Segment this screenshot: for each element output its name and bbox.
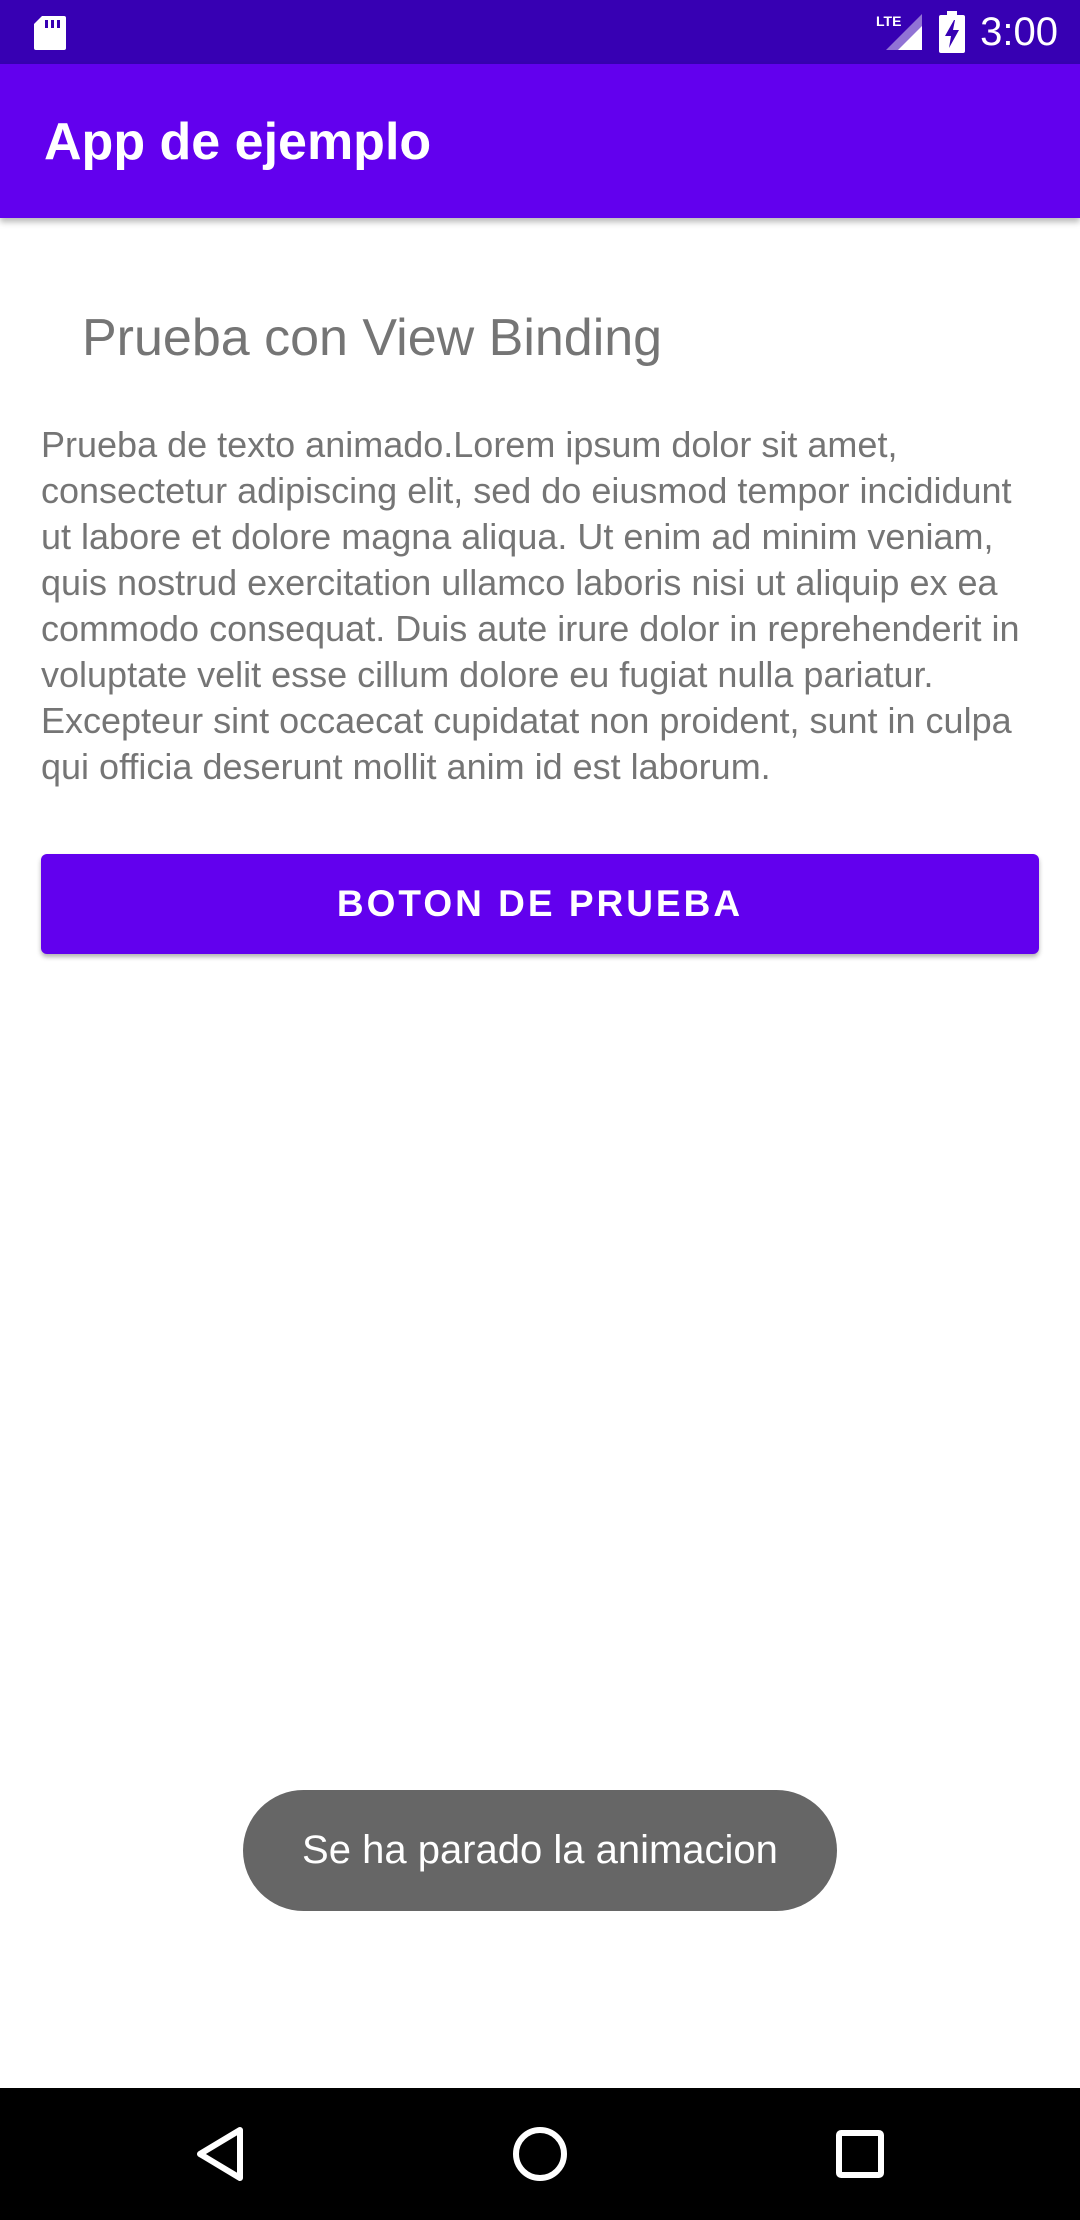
lte-signal-icon: LTE — [876, 13, 923, 50]
recents-button[interactable] — [820, 2114, 900, 2194]
sd-card-icon — [34, 16, 66, 50]
back-button[interactable] — [180, 2114, 260, 2194]
test-button[interactable]: BOTON DE PRUEBA — [41, 854, 1039, 954]
page-heading: Prueba con View Binding — [82, 309, 663, 367]
status-time: 3:00 — [980, 9, 1058, 54]
navigation-bar — [0, 2088, 1080, 2220]
back-icon — [197, 2127, 243, 2181]
app-screen: LTE 3:00 App de ejemplo Prueba con View … — [0, 0, 1080, 2220]
status-icons: LTE 3:00 — [876, 0, 1058, 64]
animated-text: Prueba de texto animado.Lorem ipsum dolo… — [41, 424, 1020, 787]
recents-icon — [836, 2130, 884, 2178]
status-bar: LTE 3:00 — [0, 0, 1080, 64]
home-button[interactable] — [500, 2114, 580, 2194]
app-bar: App de ejemplo — [0, 64, 1080, 218]
battery-charging-icon — [939, 11, 966, 53]
toast-text: Se ha parado la animacion — [302, 1828, 778, 1872]
home-icon — [513, 2127, 567, 2181]
lte-label: LTE — [876, 13, 901, 29]
app-title: App de ejemplo — [44, 113, 432, 171]
toast-message: Se ha parado la animacion — [243, 1790, 837, 1911]
